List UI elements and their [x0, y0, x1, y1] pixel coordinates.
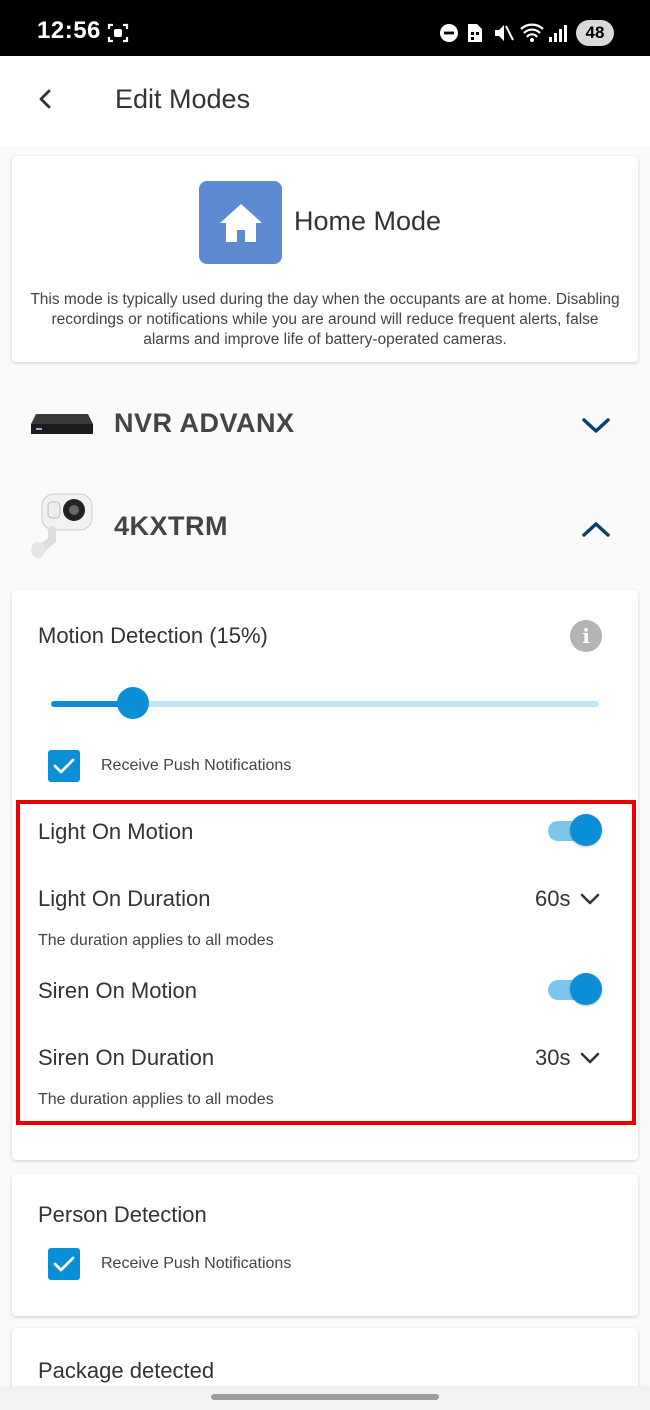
app-header: Edit Modes: [0, 56, 650, 146]
nvr-device-icon: [30, 410, 94, 443]
device-row-camera[interactable]: 4KXTRM: [0, 484, 650, 564]
motion-detection-label: Motion Detection (15%): [38, 623, 268, 648]
page-title: Edit Modes: [115, 84, 251, 114]
mode-description: This mode is typically used during the d…: [30, 291, 620, 348]
wifi-icon: [519, 21, 545, 43]
slider-thumb[interactable]: [117, 687, 150, 719]
device-name: NVR ADVANX: [114, 408, 295, 438]
mode-name: Home Mode: [294, 206, 442, 236]
chevron-left-icon: [39, 89, 51, 109]
checkmark-icon: [53, 1256, 75, 1272]
content-area: Home Mode This mode is typically used du…: [0, 146, 650, 1386]
info-icon[interactable]: i: [570, 620, 602, 652]
camera-device-icon: [28, 488, 100, 565]
signal-icon: [548, 22, 570, 44]
motion-push-label: Receive Push Notifications: [101, 757, 292, 774]
person-detection-card: Person Detection Receive Push Notificati…: [12, 1174, 638, 1316]
screen-record-icon: [107, 22, 129, 44]
person-push-label: Receive Push Notifications: [101, 1255, 292, 1272]
system-nav-bar: [0, 1386, 650, 1410]
package-detection-label: Package detected: [38, 1358, 215, 1383]
mute-icon: [492, 22, 514, 44]
package-detection-card: Package detected: [12, 1328, 638, 1386]
home-icon: [199, 181, 282, 264]
home-gesture-handle[interactable]: [211, 1394, 439, 1400]
mode-card: Home Mode This mode is typically used du…: [12, 156, 638, 362]
status-time: 12:56: [37, 17, 101, 44]
highlight-box: [16, 800, 636, 1125]
motion-push-checkbox[interactable]: [48, 750, 80, 782]
chevron-down-icon[interactable]: [578, 414, 614, 438]
back-button[interactable]: [28, 82, 62, 116]
person-push-checkbox[interactable]: [48, 1248, 80, 1280]
do-not-disturb-icon: [439, 22, 459, 44]
status-bar: 12:56 48: [0, 0, 650, 56]
person-detection-label: Person Detection: [38, 1202, 207, 1227]
device-row-nvr[interactable]: NVR ADVANX: [0, 384, 650, 464]
chevron-up-icon[interactable]: [578, 517, 614, 541]
device-name: 4KXTRM: [114, 511, 229, 541]
app-notification-icon: [466, 22, 484, 44]
battery-indicator: 48: [576, 20, 614, 46]
checkmark-icon: [53, 758, 75, 774]
